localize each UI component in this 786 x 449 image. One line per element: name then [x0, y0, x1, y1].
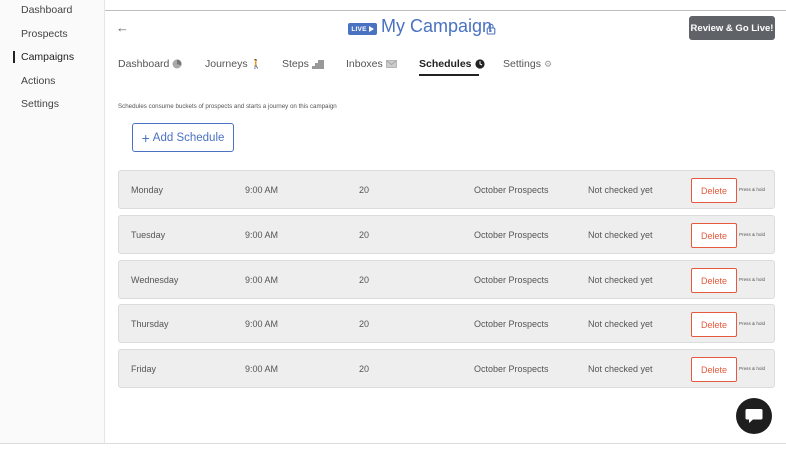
- schedule-day: Monday: [131, 184, 164, 195]
- sidebar-active-indicator: [13, 51, 15, 63]
- campaign-title: My Campaign: [381, 16, 493, 36]
- tab-label: Settings: [503, 58, 541, 70]
- sidebar-item-dashboard[interactable]: Dashboard: [21, 4, 72, 16]
- press-hold-hint: Press & hold: [739, 232, 766, 237]
- press-hold-hint: Press & hold: [739, 321, 766, 326]
- chat-button[interactable]: [736, 398, 772, 434]
- tab-label: Steps: [282, 58, 309, 70]
- press-hold-hint: Press & hold: [739, 187, 766, 192]
- tab-settings[interactable]: Settings ⚙: [503, 58, 552, 70]
- gear-icon: ⚙: [543, 58, 553, 69]
- schedules-description: Schedules consume buckets of prospects a…: [118, 103, 337, 110]
- tab-journeys[interactable]: Journeys 🚶: [205, 58, 262, 70]
- person-icon: 🚶: [250, 58, 262, 69]
- sidebar-item-actions[interactable]: Actions: [21, 75, 55, 87]
- tab-steps[interactable]: Steps: [282, 58, 324, 70]
- schedule-list: October Prospects: [474, 229, 549, 240]
- header-divider: [105, 10, 786, 11]
- tab-label: Inboxes: [346, 58, 383, 70]
- schedule-time: 9:00 AM: [245, 274, 279, 285]
- schedule-count: 20: [359, 318, 370, 329]
- schedule-status: Not checked yet: [588, 318, 653, 329]
- live-badge-label: LIVE: [351, 25, 367, 33]
- schedule-time: 9:00 AM: [245, 184, 279, 195]
- schedule-day: Tuesday: [131, 229, 166, 240]
- schedule-day: Wednesday: [131, 274, 179, 285]
- back-arrow-icon[interactable]: ←: [116, 20, 129, 35]
- schedule-row: Friday 9:00 AM 20 October Prospects Not …: [118, 349, 775, 388]
- tab-label: Schedules: [419, 58, 472, 70]
- schedule-time: 9:00 AM: [245, 318, 279, 329]
- clock-icon: [474, 59, 485, 69]
- schedule-count: 20: [359, 363, 370, 374]
- delete-button[interactable]: Delete: [691, 268, 737, 293]
- active-tab-underline: [419, 74, 479, 76]
- schedule-list: October Prospects: [474, 363, 549, 374]
- schedule-status: Not checked yet: [588, 274, 653, 285]
- schedule-time: 9:00 AM: [245, 363, 279, 374]
- sidebar-item-settings[interactable]: Settings: [21, 98, 59, 110]
- tab-label: Journeys: [205, 58, 248, 70]
- schedule-status: Not checked yet: [588, 229, 653, 240]
- delete-button[interactable]: Delete: [691, 223, 737, 248]
- schedule-count: 20: [359, 274, 370, 285]
- schedule-list: October Prospects: [474, 274, 549, 285]
- bottom-divider: [0, 443, 786, 444]
- tab-schedules[interactable]: Schedules: [419, 58, 485, 70]
- sidebar-item-prospects[interactable]: Prospects: [21, 28, 68, 40]
- press-hold-hint: Press & hold: [739, 366, 766, 371]
- press-hold-hint: Press & hold: [739, 277, 766, 282]
- review-go-live-button[interactable]: Review & Go Live!: [689, 16, 775, 40]
- delete-button[interactable]: Delete: [691, 357, 737, 382]
- schedule-row: Tuesday 9:00 AM 20 October Prospects Not…: [118, 215, 775, 254]
- schedule-status: Not checked yet: [588, 363, 653, 374]
- schedule-status: Not checked yet: [588, 184, 653, 195]
- schedule-time: 9:00 AM: [245, 229, 279, 240]
- live-badge: LIVE: [348, 23, 377, 35]
- delete-button[interactable]: Delete: [691, 312, 737, 337]
- schedule-count: 20: [359, 184, 370, 195]
- tab-dashboard[interactable]: Dashboard: [118, 58, 182, 70]
- schedule-day: Friday: [131, 363, 157, 374]
- play-icon: [368, 26, 374, 32]
- schedule-row: Monday 9:00 AM 20 October Prospects Not …: [118, 170, 775, 209]
- schedule-list: October Prospects: [474, 318, 549, 329]
- schedule-row: Thursday 9:00 AM 20 October Prospects No…: [118, 304, 775, 343]
- schedule-list: October Prospects: [474, 184, 549, 195]
- add-schedule-label: Add Schedule: [152, 131, 225, 144]
- delete-button[interactable]: Delete: [691, 178, 737, 203]
- envelope-icon: [385, 60, 397, 68]
- add-schedule-button[interactable]: + Add Schedule: [132, 123, 234, 152]
- tab-label: Dashboard: [118, 58, 170, 70]
- plus-icon: +: [141, 129, 150, 146]
- schedule-day: Thursday: [131, 318, 169, 329]
- schedule-count: 20: [359, 229, 370, 240]
- stairs-icon: [311, 59, 324, 69]
- chat-bubble-icon: [745, 409, 763, 423]
- tab-inboxes[interactable]: Inboxes: [346, 58, 397, 70]
- lock-icon: [486, 23, 496, 35]
- sidebar: Dashboard Prospects Campaigns Actions Se…: [0, 0, 105, 443]
- schedule-row: Wednesday 9:00 AM 20 October Prospects N…: [118, 260, 775, 299]
- chart-icon: [172, 59, 182, 69]
- sidebar-item-campaigns[interactable]: Campaigns: [21, 51, 74, 63]
